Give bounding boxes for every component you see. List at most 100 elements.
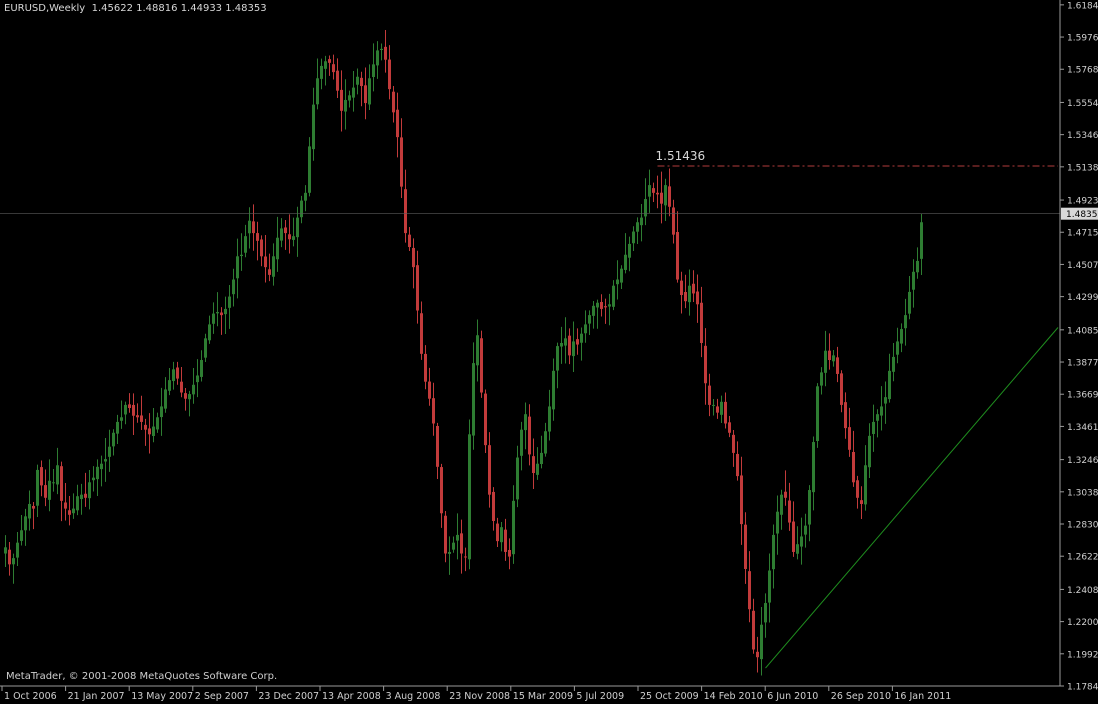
- x-tick-label: 13 May 2007: [131, 691, 193, 702]
- candle-bear: [684, 292, 687, 302]
- candle-bull: [552, 370, 555, 410]
- candle-bull: [524, 414, 527, 431]
- candle-bull: [156, 417, 159, 430]
- candle-bull: [468, 434, 471, 560]
- candle-bull: [52, 482, 55, 484]
- candle-bull: [808, 490, 811, 525]
- candle-bull: [232, 279, 235, 295]
- candle-bull: [80, 494, 83, 500]
- candle-bull: [36, 469, 39, 506]
- candle-bull: [536, 463, 539, 475]
- candle-bull: [540, 452, 543, 465]
- candle-bull: [500, 527, 503, 543]
- y-tick-label: 1.55540: [1067, 99, 1098, 109]
- candle-bull: [876, 414, 879, 421]
- candle-bear: [460, 533, 463, 554]
- y-tick-label: 1.51380: [1067, 163, 1098, 173]
- candle-bear: [184, 393, 187, 399]
- candlestick-chart[interactable]: 1.51436 1.61845 1.59765 1.57685 1.55540 1.53…: [0, 0, 1098, 704]
- candle-bear: [444, 515, 447, 554]
- candle-bull: [548, 406, 551, 432]
- candle-bear: [604, 306, 607, 308]
- candle-bull: [72, 508, 75, 514]
- candle-bull: [456, 534, 459, 541]
- candle-bear: [256, 233, 259, 241]
- candle-bull: [124, 404, 127, 415]
- candle-bear: [32, 505, 35, 509]
- candle-bear: [140, 415, 143, 422]
- candle-bear: [568, 335, 571, 356]
- x-tick-label: 6 Jun 2010: [767, 691, 818, 702]
- candle-bull: [244, 236, 247, 253]
- candle-bear: [64, 502, 67, 509]
- candle-bull: [888, 370, 891, 400]
- candle-bear: [400, 137, 403, 187]
- y-tick-label: 1.47155: [1067, 229, 1098, 239]
- candle-bull: [236, 256, 239, 279]
- candle-bull: [920, 222, 923, 259]
- candle-bull: [20, 530, 23, 541]
- candle-bear: [600, 301, 603, 309]
- candle-bull: [564, 338, 567, 346]
- candle-bear: [528, 416, 531, 455]
- candle-bear: [672, 207, 675, 235]
- y-tick-label: 1.49235: [1067, 197, 1098, 207]
- candle-bear: [284, 227, 287, 234]
- candle-bear: [404, 189, 407, 234]
- candle-bull: [868, 435, 871, 468]
- candle-bull: [780, 494, 783, 515]
- candle-bull: [904, 315, 907, 329]
- candle-bull: [560, 342, 563, 347]
- y-tick-label: 1.45075: [1067, 261, 1098, 271]
- candle-bear: [852, 451, 855, 483]
- candle-bear: [748, 571, 751, 610]
- candle-bull: [196, 375, 199, 383]
- candle-bull: [772, 534, 775, 570]
- current-price-label: 1.48353: [1066, 210, 1098, 220]
- candle-bear: [652, 188, 655, 193]
- candle-bear: [836, 357, 839, 374]
- candle-bear: [392, 91, 395, 113]
- candle-bull: [108, 446, 111, 457]
- x-tick-label: 21 Jan 2007: [68, 691, 125, 702]
- candle-bear: [532, 456, 535, 474]
- candle-bear: [704, 345, 707, 384]
- candle-bull: [320, 65, 323, 79]
- candle-bear: [496, 523, 499, 542]
- candle-bull: [152, 426, 155, 436]
- candle-bear: [144, 424, 147, 430]
- candle-bull: [520, 429, 523, 456]
- candle-bear: [708, 385, 711, 405]
- y-tick-label: 1.22000: [1067, 618, 1098, 628]
- candle-bull: [96, 466, 99, 480]
- candle-bull: [120, 417, 123, 421]
- chart-window[interactable]: 1.51436 1.61845 1.59765 1.57685 1.55540 1.53…: [0, 0, 1098, 704]
- candle-bear: [696, 291, 699, 305]
- candle-bear: [132, 404, 135, 416]
- candle-bear: [332, 64, 335, 73]
- candle-bear: [268, 269, 271, 275]
- candle-bear: [180, 381, 183, 393]
- candle-bull: [112, 432, 115, 447]
- candle-bull: [900, 329, 903, 344]
- candle-bull: [472, 363, 475, 436]
- candle-bull: [864, 465, 867, 505]
- candle-bear: [40, 467, 43, 486]
- candle-bull: [544, 431, 547, 454]
- candle-bull: [48, 480, 51, 500]
- y-tick-label: 1.57685: [1067, 66, 1098, 76]
- y-tick-label: 1.34610: [1067, 423, 1098, 433]
- candle-bull: [880, 406, 883, 416]
- candle-bull: [192, 384, 195, 395]
- candle-bull: [648, 185, 651, 197]
- candle-bull: [448, 551, 451, 554]
- candle-bull: [356, 76, 359, 85]
- candle-bull: [240, 254, 243, 257]
- chart-header: EURUSD,Weekly 1.45622 1.48816 1.44933 1.…: [4, 3, 267, 14]
- y-tick-label: 1.28305: [1067, 521, 1098, 531]
- axis-layer: 1.61845 1.59765 1.57685 1.55540 1.53460 1.513…: [0, 0, 1098, 702]
- candle-layer: [4, 29, 923, 676]
- candle-bear: [848, 427, 851, 450]
- candle-bear: [436, 425, 439, 467]
- candle-bull: [92, 477, 95, 481]
